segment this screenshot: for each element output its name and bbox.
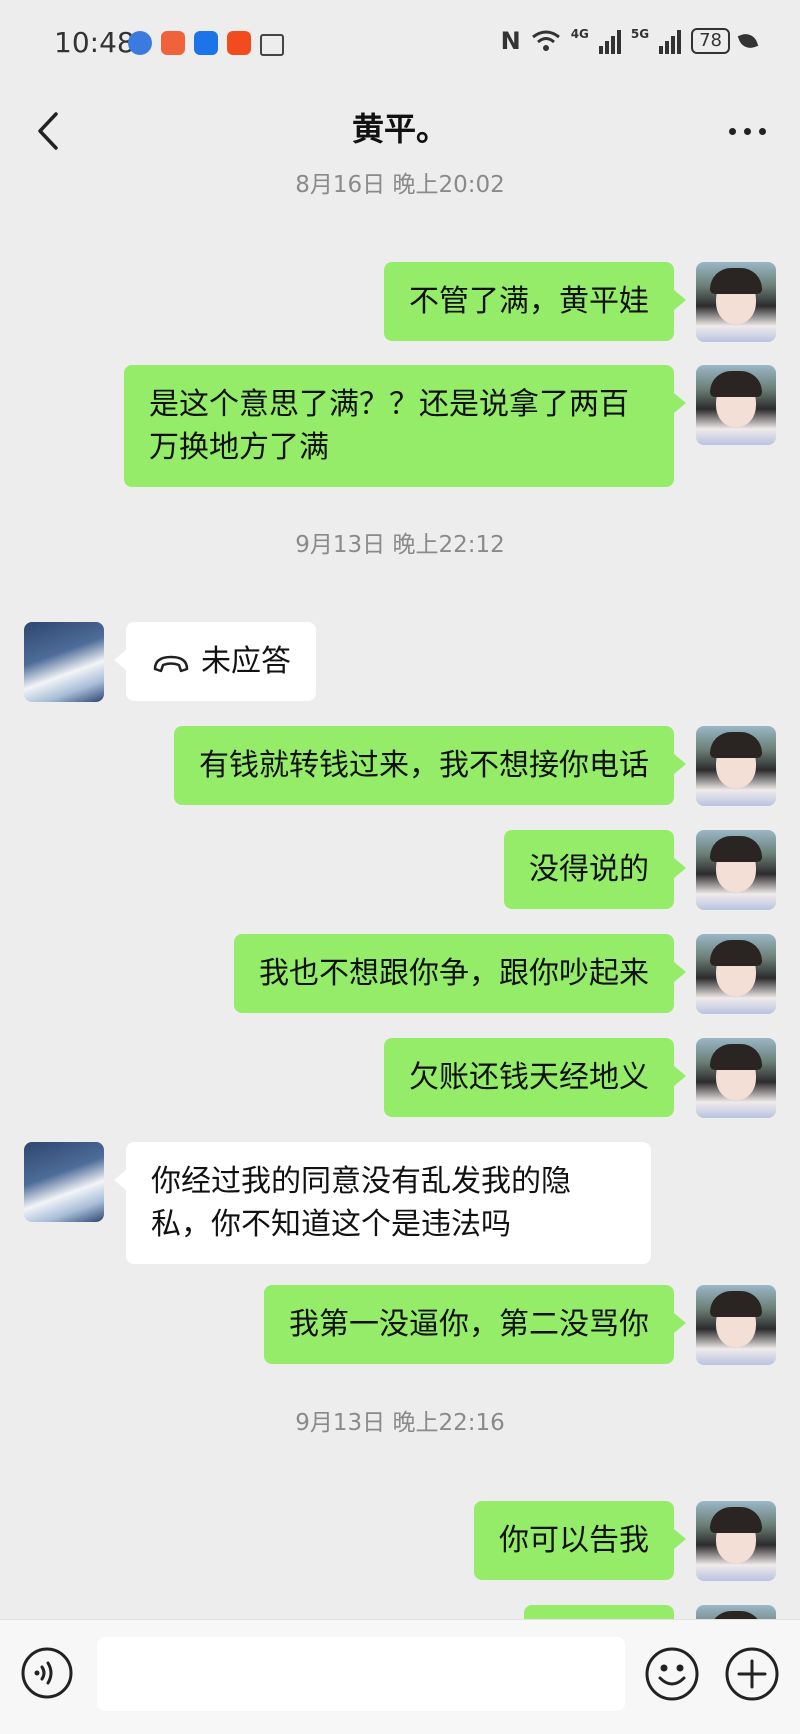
battery-level: 78 [691, 28, 730, 54]
calendar-icon [260, 34, 284, 56]
contact-avatar[interactable] [24, 1142, 104, 1222]
input-bar [0, 1619, 800, 1734]
signal-icon [598, 28, 621, 54]
message-bubble[interactable]: 你可以告我 [474, 1501, 686, 1580]
power-saving-icon [737, 30, 759, 52]
message-input[interactable] [97, 1637, 625, 1711]
my-avatar[interactable] [696, 830, 776, 910]
contact-avatar[interactable] [24, 622, 104, 702]
my-avatar[interactable] [696, 1285, 776, 1365]
status-time: 10:48 [54, 26, 135, 59]
network-type-b: 5G [630, 27, 650, 41]
message-list[interactable]: 8月16日 晚上20:02 不管了满，黄平娃 是这个意思了满？？还是说拿了两百万… [0, 172, 800, 1619]
my-avatar[interactable] [696, 365, 776, 445]
browser-app-icon [128, 31, 152, 55]
my-avatar[interactable] [696, 262, 776, 342]
timestamp: 8月16日 晚上20:02 [295, 172, 505, 198]
missed-call-label: 未应答 [201, 644, 291, 679]
more-icon[interactable] [722, 116, 772, 146]
message-bubble[interactable]: 我也不想跟你争，跟你吵起来 [234, 934, 686, 1013]
message-bubble[interactable]: 你经过我的同意没有乱发我的隐私，你不知道这个是违法吗 [114, 1142, 651, 1264]
my-avatar[interactable] [696, 934, 776, 1014]
shopping-app-icon [161, 31, 185, 55]
phone-icon [153, 655, 189, 672]
plus-icon[interactable] [724, 1646, 780, 1702]
message-bubble[interactable]: 没得说的 [504, 830, 686, 909]
message-bubble[interactable]: 是这个意思了满？？还是说拿了两百万换地方了满 [124, 365, 686, 487]
my-avatar[interactable] [696, 726, 776, 806]
message-bubble[interactable]: 有钱就转钱过来，我不想接你电话 [174, 726, 686, 805]
missed-call-bubble[interactable]: 未应答 [114, 622, 316, 701]
status-bar: 10:48 N 4G 5G 78 [0, 0, 800, 92]
timestamp: 9月13日 晚上22:12 [295, 532, 505, 558]
message-bubble[interactable]: 我第一没逼你，第二没骂你 [264, 1285, 686, 1364]
my-avatar[interactable] [696, 1038, 776, 1118]
taobao-app-icon [227, 31, 251, 55]
chat-app-icon [194, 31, 218, 55]
signal-icon-2 [659, 28, 682, 54]
voice-icon[interactable] [20, 1646, 74, 1700]
timestamp: 9月13日 晚上22:16 [295, 1410, 505, 1436]
status-indicators: N 4G 5G 78 [500, 27, 759, 55]
message-bubble-partial[interactable] [524, 1605, 674, 1619]
emoji-icon[interactable] [644, 1646, 700, 1702]
my-avatar[interactable] [696, 1605, 776, 1619]
nfc-icon: N [500, 27, 521, 55]
notification-icons [128, 31, 284, 56]
message-bubble[interactable]: 不管了满，黄平娃 [384, 262, 686, 341]
network-type-a: 4G [570, 27, 589, 41]
chat-header: 黄平。 [0, 92, 800, 172]
chat-title: 黄平。 [351, 110, 448, 148]
wifi-icon [531, 30, 560, 51]
my-avatar[interactable] [696, 1501, 776, 1581]
message-bubble[interactable]: 欠账还钱天经地义 [384, 1038, 686, 1117]
